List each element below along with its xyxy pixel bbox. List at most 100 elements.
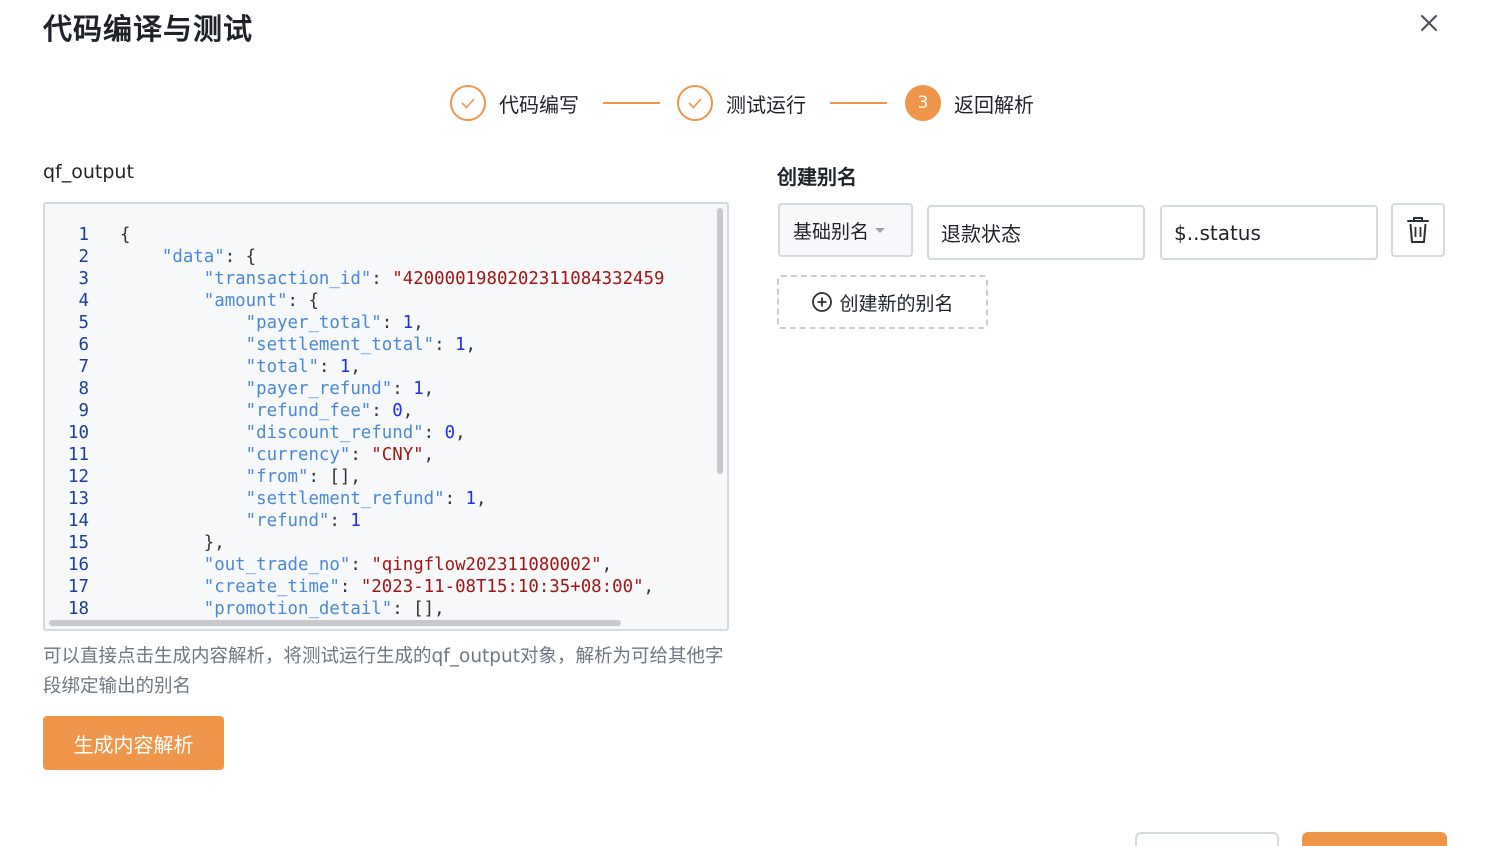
line-number: 11 <box>68 445 89 465</box>
code-token: : { <box>224 247 257 267</box>
step-label: 返回解析 <box>954 92 1034 117</box>
code-token: : <box>318 357 340 377</box>
code-token: "payer_refund" <box>245 379 393 399</box>
create-new-alias-button[interactable]: 创建新的别名 <box>777 275 988 329</box>
code-line: 16 "out_trade_no": "qingflow202311080002… <box>45 554 717 576</box>
code-token: : { <box>287 291 319 311</box>
close-button[interactable] <box>1414 8 1444 38</box>
code-text: "settlement_refund": 1, <box>89 488 487 510</box>
step-label: 代码编写 <box>499 92 579 117</box>
close-icon <box>1421 15 1437 31</box>
code-line: 14 "refund": 1 <box>45 510 717 532</box>
delete-alias-button[interactable] <box>1391 203 1445 257</box>
code-line: 12 "from": [], <box>45 466 717 488</box>
line-number: 15 <box>68 533 89 553</box>
step-number-badge: 3 <box>905 85 941 121</box>
code-token: : <box>371 269 393 289</box>
code-line: 4 "amount": { <box>45 290 717 312</box>
qf-output-label: qf_output <box>43 161 134 183</box>
create-alias-title: 创建别名 <box>777 165 857 189</box>
line-number: 6 <box>78 335 89 355</box>
code-token: , <box>455 423 466 443</box>
code-line: 10 "discount_refund": 0, <box>45 422 717 444</box>
alias-path-input[interactable] <box>1160 205 1378 260</box>
code-text: "promotion_detail": [], <box>89 598 445 620</box>
code-token: , <box>643 577 655 597</box>
footer-confirm-button[interactable] <box>1302 832 1447 846</box>
line-number: 5 <box>78 313 89 333</box>
generate-parse-button[interactable]: 生成内容解析 <box>43 716 224 770</box>
code-token: , <box>601 555 613 575</box>
code-token: "qingflow202311080002" <box>371 555 602 575</box>
code-line: 15 }, <box>45 532 717 554</box>
code-text: "amount": { <box>89 290 319 312</box>
vertical-scrollbar[interactable] <box>717 208 723 474</box>
code-text: "payer_refund": 1, <box>89 378 435 400</box>
step-connector <box>603 102 660 104</box>
code-line: 18 "promotion_detail": [], <box>45 598 717 620</box>
alias-type-select[interactable]: 基础别名 <box>778 203 913 257</box>
line-number: 7 <box>78 357 89 377</box>
code-line: 13 "settlement_refund": 1, <box>45 488 717 510</box>
code-token: "out_trade_no" <box>203 555 351 575</box>
code-token: : <box>371 401 393 421</box>
code-token: 0 <box>392 401 403 421</box>
code-line: 7 "total": 1, <box>45 356 717 378</box>
code-text: "currency": "CNY", <box>89 444 435 466</box>
code-token: , <box>423 445 435 465</box>
code-text: "from": [], <box>89 466 361 488</box>
code-line: 3 "transaction_id": "4200001980202311084… <box>45 268 717 290</box>
code-line: 2 "data": { <box>45 246 717 268</box>
trash-icon <box>1407 217 1429 243</box>
line-number: 4 <box>78 291 89 311</box>
code-line: 17 "create_time": "2023-11-08T15:10:35+0… <box>45 576 717 598</box>
code-token: : <box>329 511 351 531</box>
code-token: "promotion_detail" <box>203 599 393 619</box>
code-text: "transaction_id": "420000198020231108433… <box>89 268 665 290</box>
plus-circle-icon <box>812 292 833 312</box>
parse-hint-text: 可以直接点击生成内容解析，将测试运行生成的qf_output对象，解析为可给其他… <box>43 646 724 697</box>
code-token: , <box>413 313 424 333</box>
alias-name-input[interactable] <box>927 205 1145 260</box>
code-token: 0 <box>444 423 456 443</box>
code-line: 1{ <box>45 224 717 246</box>
code-token: "payer_total" <box>245 313 382 333</box>
code-token: : <box>392 379 414 399</box>
code-line: 8 "payer_refund": 1, <box>45 378 717 400</box>
code-token: 1 <box>413 379 424 399</box>
line-number: 2 <box>78 247 89 267</box>
code-token: "create_time" <box>203 577 340 597</box>
code-token: "2023-11-08T15:10:35+08:00" <box>360 577 644 597</box>
code-token: "CNY" <box>371 445 424 465</box>
code-line: 5 "payer_total": 1, <box>45 312 717 334</box>
code-token: : <box>350 555 372 575</box>
code-text: "data": { <box>89 246 256 268</box>
line-number: 13 <box>68 489 89 509</box>
code-token: 1 <box>339 357 351 377</box>
line-number: 18 <box>68 599 89 619</box>
caret-down-icon <box>875 227 886 233</box>
horizontal-scrollbar[interactable] <box>49 620 621 626</box>
modal-title: 代码编译与测试 <box>43 12 254 46</box>
step-done-check-icon <box>677 85 713 121</box>
code-token: "settlement_total" <box>245 335 435 355</box>
step-code-write[interactable]: 代码编写 <box>450 84 579 122</box>
line-number: 9 <box>78 401 89 421</box>
steps-bar: 代码编写 测试运行 3 返回解析 <box>450 84 1090 122</box>
code-viewer[interactable]: 1{2 "data": {3 "transaction_id": "420000… <box>43 202 729 631</box>
step-parse-result[interactable]: 3 返回解析 <box>905 84 1034 122</box>
code-token: : <box>339 577 361 597</box>
line-number: 10 <box>68 423 89 443</box>
step-test-run[interactable]: 测试运行 <box>677 84 806 122</box>
footer-cancel-button[interactable] <box>1135 832 1279 846</box>
code-token: "total" <box>245 357 319 377</box>
